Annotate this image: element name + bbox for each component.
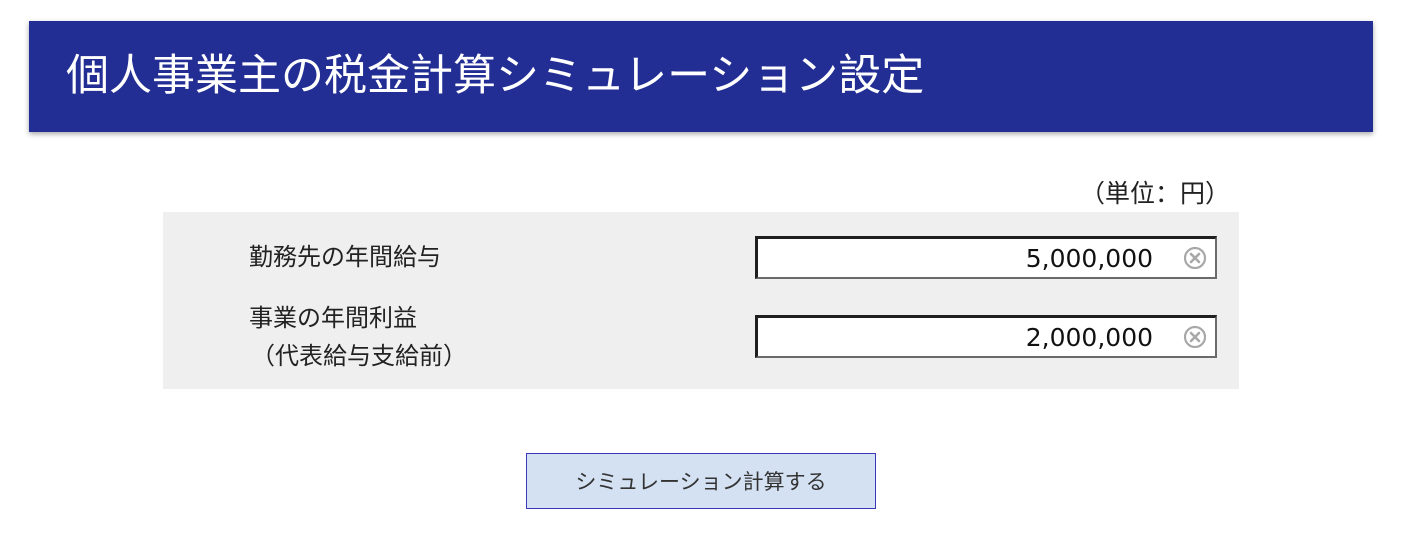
unit-label: （単位：円）: [1080, 179, 1231, 208]
simulate-button[interactable]: シミュレーション計算する: [526, 453, 876, 509]
clear-circle-x-icon[interactable]: [1183, 325, 1207, 349]
profit-input[interactable]: [758, 318, 1183, 356]
clear-circle-x-icon[interactable]: [1183, 246, 1207, 270]
profit-input-box: [755, 315, 1217, 358]
profit-label-text: 事業の年間利益: [249, 304, 417, 332]
form-panel: 勤務先の年間給与 事業の年間利益 （代表給与支給前）: [163, 212, 1239, 389]
salary-label-text: 勤務先の年間給与: [249, 243, 441, 271]
salary-input[interactable]: [758, 239, 1183, 277]
profit-sublabel-text: （代表給与支給前）: [251, 342, 467, 370]
page-header: 個人事業主の税金計算シミュレーション設定: [29, 21, 1373, 132]
salary-input-box: [755, 236, 1217, 279]
page: 個人事業主の税金計算シミュレーション設定 （単位：円） 勤務先の年間給与 事業の…: [0, 0, 1410, 552]
profit-label: 事業の年間利益 （代表給与支給前）: [249, 299, 467, 375]
salary-label: 勤務先の年間給与: [249, 238, 441, 276]
page-title: 個人事業主の税金計算シミュレーション設定: [66, 51, 925, 101]
